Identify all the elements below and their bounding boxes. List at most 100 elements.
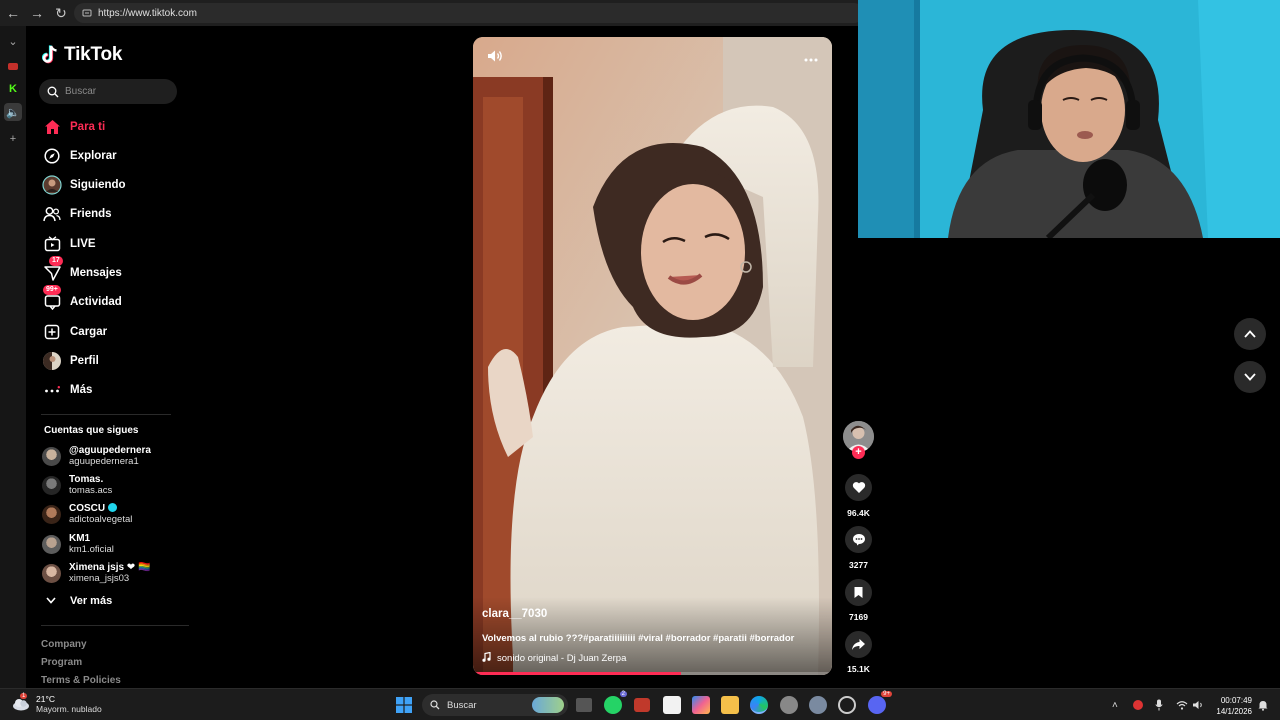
copilot-icon[interactable] bbox=[692, 696, 710, 714]
following-name: COSCU bbox=[69, 503, 106, 514]
notifications-icon[interactable] bbox=[1258, 689, 1268, 720]
tiktok-logo[interactable]: TikTok bbox=[42, 44, 122, 66]
like-button[interactable] bbox=[845, 474, 872, 501]
following-name: Ximena jsjs ❤ 🏳️‍🌈 bbox=[69, 562, 151, 573]
youtube-icon[interactable] bbox=[4, 57, 22, 75]
more-options-icon[interactable] bbox=[804, 49, 818, 65]
nav-actividad[interactable]: 99+ Actividad bbox=[41, 285, 181, 315]
nav-explorar[interactable]: Explorar bbox=[41, 143, 181, 169]
nav-para-ti[interactable]: Para ti bbox=[41, 114, 181, 140]
back-icon[interactable]: ← bbox=[1, 0, 25, 26]
address-bar[interactable]: https://www.tiktok.com bbox=[74, 3, 864, 23]
video-player[interactable]: clara__7030 Volvemos al rubio ???#parati… bbox=[473, 37, 832, 675]
volume-icon[interactable] bbox=[487, 49, 503, 66]
video-description: Volvemos al rubio ???#paratiiiiiiiii #vi… bbox=[482, 633, 795, 644]
store-icon[interactable] bbox=[663, 696, 681, 714]
task-view-icon[interactable] bbox=[576, 698, 592, 712]
weather-text: Mayorm. nublado bbox=[36, 704, 102, 714]
nav-cargar[interactable]: Cargar bbox=[41, 319, 181, 345]
site-info-icon[interactable] bbox=[82, 8, 92, 18]
tray-app-icon[interactable] bbox=[1133, 689, 1143, 720]
follow-plus-button[interactable]: + bbox=[852, 446, 865, 459]
settings-icon[interactable] bbox=[809, 696, 827, 714]
nav-label: Cargar bbox=[70, 326, 108, 338]
tray-overflow-icon[interactable]: ˄ bbox=[1112, 689, 1118, 720]
nav-perfil[interactable]: Perfil bbox=[41, 348, 181, 374]
following-item[interactable]: Ximena jsjs ❤ 🏳️‍🌈 ximena_jsjs03 bbox=[42, 561, 192, 585]
weather-widget[interactable]: 1 21°C Mayorm. nublado bbox=[12, 693, 102, 714]
clock[interactable]: 00:07:49 14/1/2026 bbox=[1208, 695, 1252, 717]
footer-company-link[interactable]: Company bbox=[41, 639, 87, 650]
search-box[interactable] bbox=[39, 79, 177, 104]
volume-icon[interactable] bbox=[1192, 689, 1204, 720]
mail-icon[interactable] bbox=[634, 698, 650, 712]
windows-start-icon[interactable] bbox=[396, 697, 414, 715]
reload-icon[interactable]: ↻ bbox=[49, 0, 73, 26]
following-username: aguupedernera1 bbox=[69, 456, 139, 467]
video-sound[interactable]: sonido original - Dj Juan Zerpa bbox=[482, 651, 822, 665]
nav-siguiendo[interactable]: Siguiendo bbox=[41, 172, 181, 198]
folder-icon[interactable] bbox=[721, 696, 739, 714]
verified-icon bbox=[107, 503, 117, 512]
divider bbox=[41, 414, 171, 415]
previous-video-button[interactable] bbox=[1234, 318, 1266, 350]
time: 00:07:49 bbox=[1220, 696, 1252, 705]
nav-friends[interactable]: Friends bbox=[41, 201, 181, 227]
video-username[interactable]: clara__7030 bbox=[482, 608, 822, 620]
logo-text: TikTok bbox=[64, 44, 123, 65]
taskbar-search-label: Buscar bbox=[447, 699, 477, 711]
taskbar-search[interactable]: Buscar bbox=[422, 694, 568, 716]
discord-icon[interactable]: 9+ bbox=[868, 691, 892, 714]
following-name-row: COSCU bbox=[69, 503, 132, 514]
avatar bbox=[42, 563, 61, 583]
search-input[interactable] bbox=[65, 86, 165, 97]
live-icon bbox=[41, 233, 63, 255]
friends-icon bbox=[41, 203, 63, 225]
following-item[interactable]: @aguupedernera aguupedernera1 bbox=[42, 444, 192, 468]
nav-label: Para ti bbox=[70, 121, 106, 133]
see-more-button[interactable]: Ver más bbox=[46, 595, 112, 607]
nav-label: Siguiendo bbox=[70, 179, 126, 191]
nav-label: LIVE bbox=[70, 238, 96, 250]
chevron-down-icon[interactable]: ⌄ bbox=[4, 32, 22, 50]
app-icon[interactable] bbox=[780, 696, 798, 714]
following-username: ximena_jsjs03 bbox=[69, 573, 130, 584]
search-icon bbox=[47, 86, 59, 97]
following-name: @aguupedernera bbox=[69, 445, 151, 456]
forward-icon[interactable]: → bbox=[25, 0, 49, 26]
edge-icon[interactable] bbox=[750, 696, 768, 714]
video-progress-bar[interactable] bbox=[473, 672, 832, 675]
profile-icon bbox=[41, 350, 63, 372]
next-video-button[interactable] bbox=[1234, 361, 1266, 393]
nav-label: Mensajes bbox=[70, 267, 122, 279]
microphone-icon[interactable] bbox=[1155, 689, 1163, 720]
temperature: 21°C bbox=[36, 694, 55, 704]
footer-program-link[interactable]: Program bbox=[41, 657, 82, 668]
add-icon[interactable]: + bbox=[4, 130, 22, 148]
discord-badge: 9+ bbox=[881, 691, 892, 697]
whatsapp-icon[interactable]: 2 bbox=[604, 691, 627, 714]
avatar bbox=[42, 504, 61, 524]
nav-live[interactable]: LIVE bbox=[41, 231, 181, 257]
more-icon bbox=[41, 379, 63, 401]
following-item[interactable]: COSCU adictoalvegetal bbox=[42, 502, 192, 526]
following-item[interactable]: Tomas. tomas.acs bbox=[42, 473, 192, 497]
nav-mensajes[interactable]: 17 Mensajes bbox=[41, 256, 181, 286]
share-button[interactable] bbox=[845, 631, 872, 658]
upload-icon bbox=[41, 321, 63, 343]
kick-icon[interactable]: K bbox=[4, 80, 22, 98]
media-player-icon[interactable] bbox=[838, 696, 856, 714]
comment-count: 3277 bbox=[849, 560, 868, 570]
wifi-icon[interactable] bbox=[1176, 689, 1188, 720]
save-button[interactable] bbox=[845, 579, 872, 606]
nav-label: Friends bbox=[70, 208, 112, 220]
heart-icon bbox=[852, 482, 865, 493]
following-item[interactable]: KM1 km1.oficial bbox=[42, 532, 192, 556]
search-icon bbox=[430, 700, 440, 710]
nav-mas[interactable]: Más bbox=[41, 377, 181, 403]
screen: ← → ↻ https://www.tiktok.com ⌄ K 🔈 + Tik… bbox=[0, 0, 1280, 720]
video-controls-top bbox=[473, 37, 832, 77]
comment-button[interactable] bbox=[845, 526, 872, 553]
audio-icon[interactable]: 🔈 bbox=[4, 103, 22, 121]
footer-terms-link[interactable]: Terms & Policies bbox=[41, 675, 121, 686]
